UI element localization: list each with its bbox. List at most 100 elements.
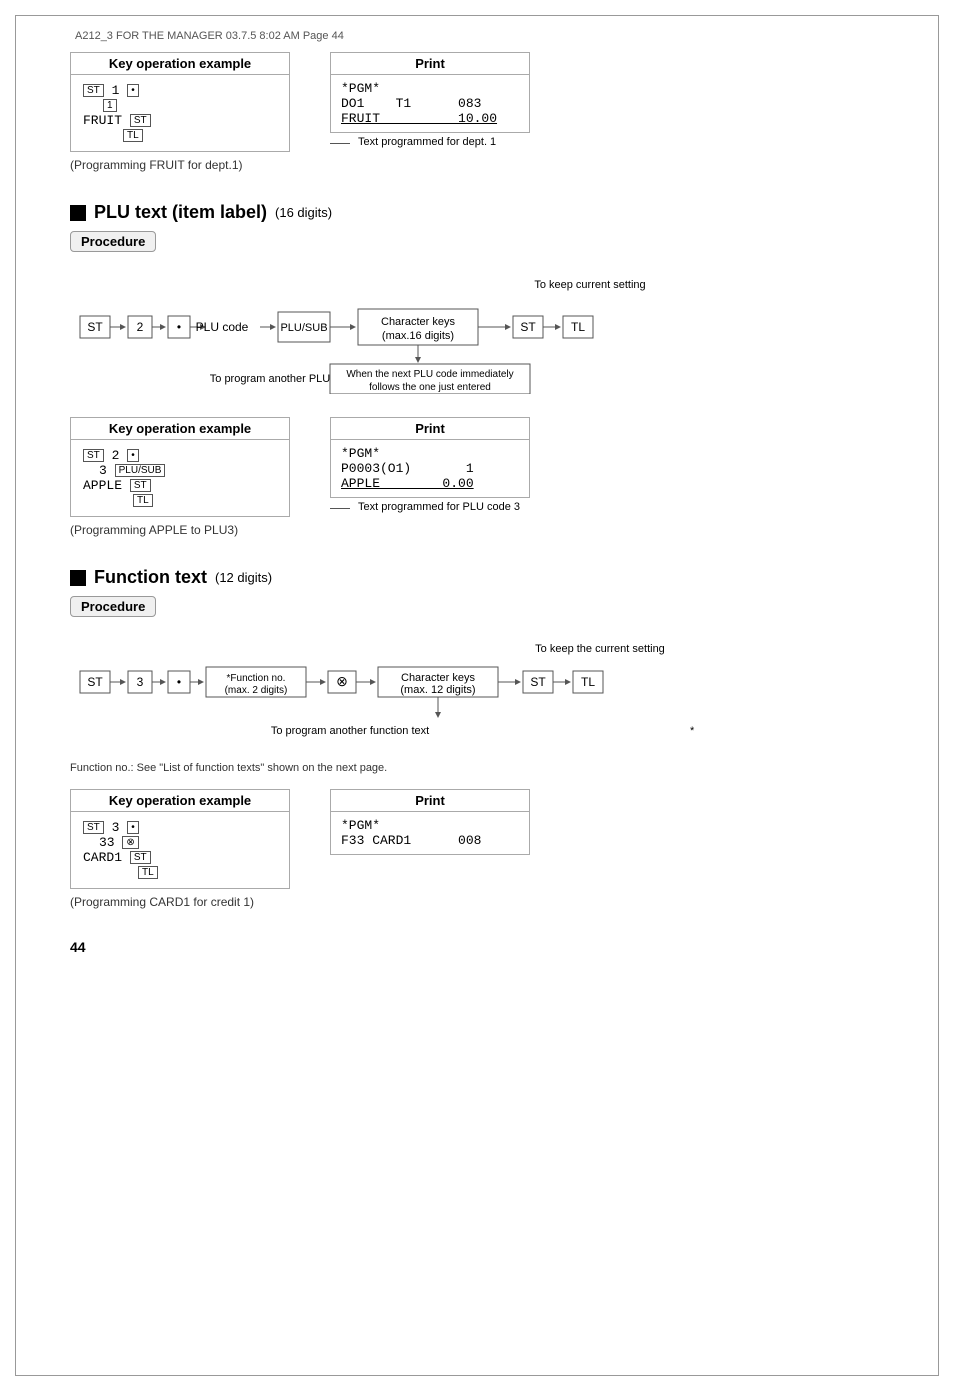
key-line-3: FRUIT ST	[83, 113, 277, 128]
func-st-box2: ST	[530, 675, 546, 689]
func-flow-star: *	[690, 725, 695, 737]
plu-text-section: PLU text (item label) (16 digits) Proced…	[70, 202, 884, 537]
func-st-key: ST	[83, 821, 104, 834]
dept-example-row: Key operation example ST 1 • 1 FRUIT S	[70, 52, 884, 172]
plu-receipt-line-1: *PGM*	[341, 446, 519, 461]
plu-caption: (Programming APPLE to PLU3)	[70, 523, 290, 537]
func-print-frame: Print *PGM* F33 CARD1 008	[330, 789, 530, 855]
plu-flow-svg: To keep current setting ST 2	[70, 274, 930, 394]
tl-key-1: TL	[123, 129, 143, 142]
plu-st-box2: ST	[520, 320, 536, 334]
func-key-line-4: TL	[138, 865, 277, 880]
func-3-box: 3	[137, 675, 144, 689]
func-st-box: ST	[87, 675, 103, 689]
func-key-line-2: 33 ⊗	[99, 835, 277, 850]
func-caption: (Programming CARD1 for credit 1)	[70, 895, 290, 909]
func-key-line-1: ST 3 •	[83, 820, 277, 835]
func-print-header: Print	[331, 790, 529, 812]
plu-code-label: PLU code	[196, 320, 249, 334]
plu-num-2: 2	[112, 448, 128, 463]
plu-st-key2: ST	[130, 479, 151, 492]
svg-text:(max. 12 digits): (max. 12 digits)	[400, 684, 475, 696]
func-key-line-3: CARD1 ST	[83, 850, 277, 865]
dept-caption: (Programming FRUIT for dept.1)	[70, 158, 290, 172]
plu-flow-note-top: To keep current setting	[534, 279, 645, 291]
print-header-1: Print	[331, 53, 529, 75]
plu-print-frame: Print *PGM* P0003(O1) 1 APPLE 0.00	[330, 417, 530, 498]
func-receipt-line-2: F33 CARD1 008	[341, 833, 519, 848]
key-op-frame-1: Key operation example ST 1 • 1 FRUIT S	[70, 52, 290, 152]
plu-key-op-wrap: Key operation example ST 2 • 3 PLU/SUB A…	[70, 417, 290, 537]
func-tl-box: TL	[581, 675, 595, 689]
plu-key-op-header: Key operation example	[71, 418, 289, 440]
func-otimes-box: ⊗	[336, 673, 348, 689]
plu-key-line-3: APPLE ST	[83, 478, 277, 493]
plu-char-keys-box: Character keys	[381, 316, 455, 328]
procedure-badge-2: Procedure	[70, 596, 156, 617]
plu-key-line-1: ST 2 •	[83, 448, 277, 463]
key-op-box-1: Key operation example ST 1 • 1 FRUIT S	[70, 52, 290, 172]
plu-receipt-note: Text programmed for PLU code 3	[358, 500, 520, 515]
plu-receipt-line-2: P0003(O1) 1	[341, 461, 519, 476]
plu-key-line-2: 3 PLU/SUB	[99, 463, 277, 478]
one-key: 1	[103, 99, 117, 112]
plu-receipt-line-3: APPLE 0.00	[341, 476, 519, 491]
plu-st-key: ST	[83, 449, 104, 462]
receipt-content-1: *PGM* DO1 T1 083 FRUIT 10.00	[331, 75, 529, 132]
func-title-row: Function text (12 digits)	[70, 567, 884, 588]
page-number: 44	[70, 939, 884, 955]
func-receipt-line-1: *PGM*	[341, 818, 519, 833]
func-flow-svg: To keep the current setting ST 3 •	[70, 639, 930, 739]
plu-tl-key: TL	[133, 494, 153, 507]
plu-title: PLU text (item label)	[94, 202, 267, 223]
key-op-header-1: Key operation example	[71, 53, 289, 75]
func-no-box-line2: (max. 2 digits)	[225, 685, 288, 696]
plu-receipt-content: *PGM* P0003(O1) 1 APPLE 0.00	[331, 440, 529, 497]
func-flow-another: To program another function text	[271, 725, 429, 737]
plu-key-op-content: ST 2 • 3 PLU/SUB APPLE ST TL	[71, 440, 289, 516]
plu-tl-box: TL	[571, 320, 585, 334]
func-print-wrap: Print *PGM* F33 CARD1 008	[330, 789, 530, 855]
plu-dot-box: •	[177, 320, 181, 334]
func-title: Function text	[94, 567, 207, 588]
procedure-badge-1: Procedure	[70, 231, 156, 252]
key-line-4: TL	[123, 128, 277, 143]
function-note: Function no.: See "List of function text…	[70, 762, 884, 774]
plu-key-op-frame: Key operation example ST 2 • 3 PLU/SUB A…	[70, 417, 290, 517]
func-char-keys-box: Character keys	[401, 672, 475, 684]
st-key-2: ST	[130, 114, 151, 127]
func-dot-box: •	[177, 675, 181, 689]
func-flow-diagram: To keep the current setting ST 3 •	[70, 639, 884, 742]
plu-dot-key: •	[127, 449, 139, 462]
func-receipt-content: *PGM* F33 CARD1 008	[331, 812, 529, 854]
plu-2-box: 2	[137, 320, 144, 334]
plu-print-wrap: Print *PGM* P0003(O1) 1 APPLE 0.00 Text …	[330, 417, 530, 515]
plu-title-row: PLU text (item label) (16 digits)	[70, 202, 884, 223]
receipt-line-1: *PGM*	[341, 81, 519, 96]
dept-example-section: Key operation example ST 1 • 1 FRUIT S	[70, 52, 884, 172]
page-header: A212_3 FOR THE MANAGER 03.7.5 8:02 AM Pa…	[70, 30, 884, 42]
func-num-3: 3	[112, 820, 128, 835]
plu-subtitle: (16 digits)	[275, 205, 332, 220]
plu-key-line-4: TL	[133, 493, 277, 508]
func-subtitle: (12 digits)	[215, 570, 272, 585]
key-line-1: ST 1 •	[83, 83, 277, 98]
plu-plusub-box: PLU/SUB	[280, 322, 327, 334]
key-op-content-1: ST 1 • 1 FRUIT ST TL	[71, 75, 289, 151]
plu-flow-another: To program another PLU	[210, 373, 331, 385]
func-key-op-frame: Key operation example ST 3 • 33 ⊗ CARD1 …	[70, 789, 290, 889]
plu-st-box: ST	[87, 320, 103, 334]
func-tl-key: TL	[138, 866, 158, 879]
plu-flow-when-text2: follows the one just entered	[369, 382, 491, 393]
receipt-line-2: DO1 T1 083	[341, 96, 519, 111]
plu-plusub-key: PLU/SUB	[115, 464, 166, 477]
func-black-square	[70, 570, 86, 586]
plu-flow-when-text1: When the next PLU code immediately	[346, 369, 513, 380]
func-key-op-wrap: Key operation example ST 3 • 33 ⊗ CARD1 …	[70, 789, 290, 909]
func-otimes-key: ⊗	[122, 836, 138, 849]
func-no-box-line1: *Function no.	[227, 673, 286, 684]
dot-key-1: •	[127, 84, 139, 97]
plu-example-row: Key operation example ST 2 • 3 PLU/SUB A…	[70, 417, 884, 537]
func-key-op-content: ST 3 • 33 ⊗ CARD1 ST TL	[71, 812, 289, 888]
key-line-2: 1	[103, 98, 277, 113]
